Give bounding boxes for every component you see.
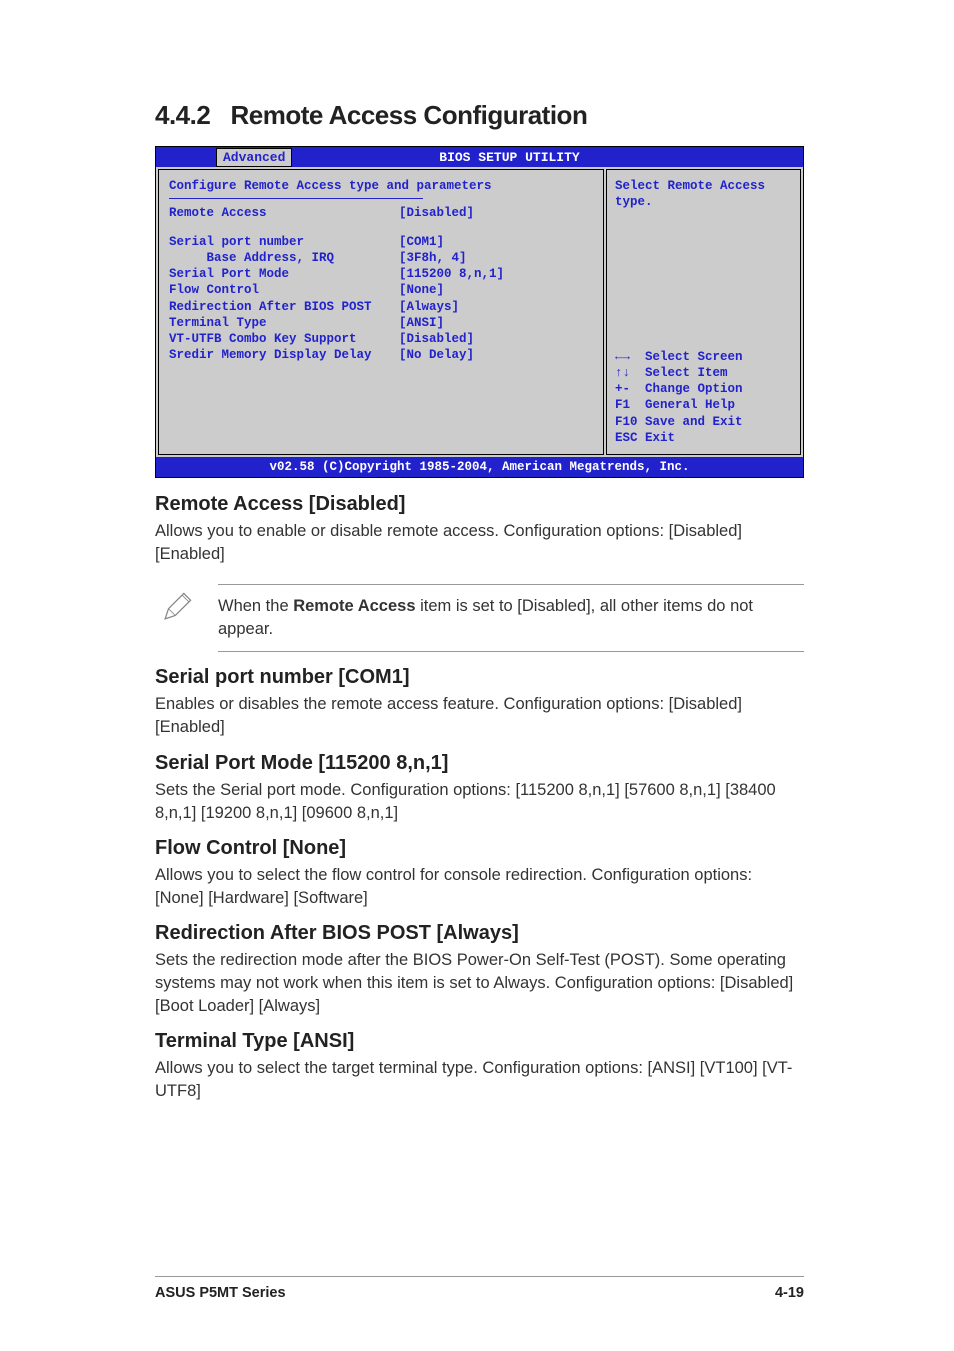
key-icon: F1 [615, 397, 645, 413]
bios-item-label: Flow Control [169, 282, 399, 298]
bios-item-serial-port-number: Serial port number [COM1] [169, 234, 593, 250]
bios-item-label: VT-UTFB Combo Key Support [169, 331, 399, 347]
bios-item-value: [None] [399, 282, 444, 298]
footer-left: ASUS P5MT Series [155, 1285, 286, 1301]
text-flow-control: Allows you to select the flow control fo… [155, 864, 804, 910]
bios-item-value: [3F8h, 4] [399, 250, 467, 266]
section-number: 4.4.2 [155, 100, 210, 130]
bios-item-label: Base Address, IRQ [169, 250, 399, 266]
key-icon: ESC [615, 430, 645, 446]
bios-help-row: +-Change Option [615, 381, 792, 397]
bios-item-label: Terminal Type [169, 315, 399, 331]
section-title-text: Remote Access Configuration [231, 100, 588, 130]
bios-item-label: Sredir Memory Display Delay [169, 347, 399, 363]
key-icon: ←→ [615, 349, 645, 365]
key-icon: ↑↓ [615, 365, 645, 381]
text-redirection: Sets the redirection mode after the BIOS… [155, 949, 804, 1018]
text-terminal-type: Allows you to select the target terminal… [155, 1057, 804, 1103]
key-desc: Select Screen [645, 349, 743, 365]
bios-item-label: Serial port number [169, 234, 399, 250]
bios-item-vt-utfb: VT-UTFB Combo Key Support [Disabled] [169, 331, 593, 347]
bios-item-label: Redirection After BIOS POST [169, 299, 399, 315]
heading-flow-control: Flow Control [None] [155, 837, 804, 860]
bios-item-value: [Always] [399, 299, 459, 315]
bios-item-sredir: Sredir Memory Display Delay [No Delay] [169, 347, 593, 363]
bios-item-value: [115200 8,n,1] [399, 266, 504, 282]
heading-serial-port-mode: Serial Port Mode [115200 8,n,1] [155, 752, 804, 775]
bios-help-keys: ←→Select Screen ↑↓Select Item +-Change O… [615, 349, 792, 447]
bios-panel-divider [169, 198, 423, 199]
note-block: When the Remote Access item is set to [D… [160, 584, 804, 652]
bios-help-row: ↑↓Select Item [615, 365, 792, 381]
footer-right: 4-19 [775, 1285, 804, 1301]
bios-item-flow-control: Flow Control [None] [169, 282, 593, 298]
key-desc: General Help [645, 397, 735, 413]
bios-body: Configure Remote Access type and paramet… [156, 167, 803, 457]
text-serial-port-number: Enables or disables the remote access fe… [155, 693, 804, 739]
bios-item-remote-access: Remote Access [Disabled] [169, 205, 593, 221]
key-desc: Exit [645, 430, 675, 446]
bios-left-panel: Configure Remote Access type and paramet… [158, 169, 604, 455]
text-serial-port-mode: Sets the Serial port mode. Configuration… [155, 779, 804, 825]
bios-help-row: F10Save and Exit [615, 414, 792, 430]
bios-utility-title: BIOS SETUP UTILITY [216, 150, 803, 167]
heading-redirection: Redirection After BIOS POST [Always] [155, 922, 804, 945]
heading-serial-port-number: Serial port number [COM1] [155, 666, 804, 689]
heading-remote-access: Remote Access [Disabled] [155, 493, 804, 516]
bios-item-label: Serial Port Mode [169, 266, 399, 282]
key-desc: Select Item [645, 365, 728, 381]
bios-help-text: Select Remote Access type. [615, 178, 792, 211]
bios-help-row: ESCExit [615, 430, 792, 446]
key-desc: Change Option [645, 381, 743, 397]
bios-right-panel: Select Remote Access type. ←→Select Scre… [606, 169, 801, 455]
bios-item-serial-port-mode: Serial Port Mode [115200 8,n,1] [169, 266, 593, 282]
bios-help-row: ←→Select Screen [615, 349, 792, 365]
bios-title-bar: BIOS SETUP UTILITY Advanced [156, 147, 803, 167]
heading-terminal-type: Terminal Type [ANSI] [155, 1030, 804, 1053]
bios-item-value: [No Delay] [399, 347, 474, 363]
key-desc: Save and Exit [645, 414, 743, 430]
note-bold: Remote Access [293, 597, 415, 615]
note-prefix: When the [218, 597, 293, 615]
bios-item-value: [ANSI] [399, 315, 444, 331]
text-remote-access: Allows you to enable or disable remote a… [155, 520, 804, 566]
bios-item-redirection: Redirection After BIOS POST [Always] [169, 299, 593, 315]
bios-help-row: F1General Help [615, 397, 792, 413]
bios-footer: v02.58 (C)Copyright 1985-2004, American … [156, 457, 803, 477]
key-icon: F10 [615, 414, 645, 430]
section-heading: 4.4.2 Remote Access Configuration [155, 100, 804, 131]
bios-item-value: [Disabled] [399, 331, 474, 347]
bios-item-base-address: Base Address, IRQ [3F8h, 4] [169, 250, 593, 266]
bios-panel-title: Configure Remote Access type and paramet… [169, 178, 593, 194]
note-text: When the Remote Access item is set to [D… [218, 584, 804, 652]
bios-screenshot: BIOS SETUP UTILITY Advanced Configure Re… [155, 146, 804, 478]
bios-item-label: Remote Access [169, 205, 399, 221]
page-footer: ASUS P5MT Series 4-19 [155, 1276, 804, 1301]
pencil-icon [160, 590, 200, 629]
bios-tab-advanced: Advanced [216, 148, 292, 167]
bios-item-terminal-type: Terminal Type [ANSI] [169, 315, 593, 331]
bios-item-value: [Disabled] [399, 205, 474, 221]
bios-item-value: [COM1] [399, 234, 444, 250]
key-icon: +- [615, 381, 645, 397]
